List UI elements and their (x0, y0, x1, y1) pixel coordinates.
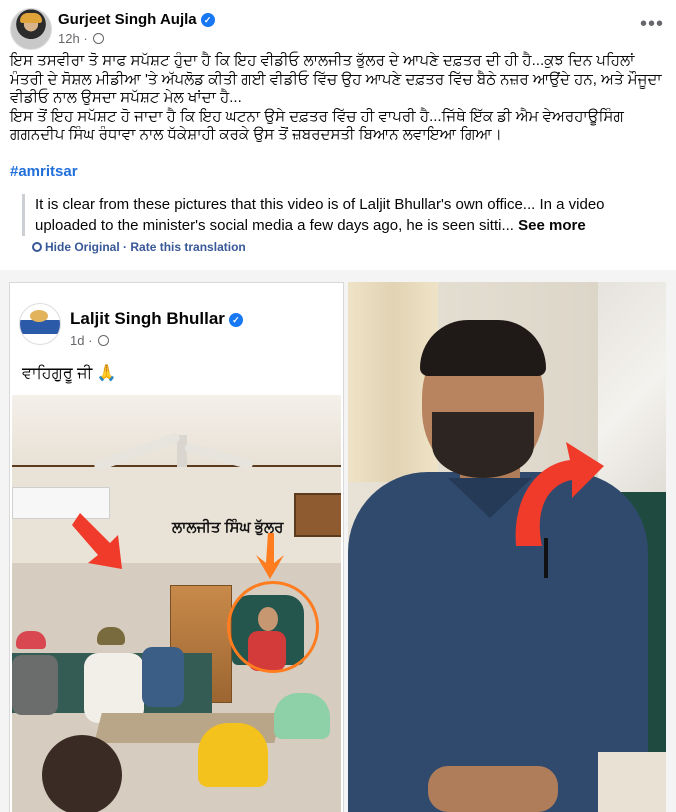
red-curved-arrow-icon (515, 442, 604, 546)
embedded-screenshot: Laljit Singh Bhullar ✓ 1d · ਵਾਹਿਗੁਰੂ ਜੀ 🙏… (9, 282, 344, 812)
author-name-text[interactable]: Gurjeet Singh Aujla (58, 11, 197, 28)
embedded-text: ਵਾਹਿਗੁਰੂ ਜੀ 🙏 (22, 365, 117, 382)
post-time[interactable]: 12h (58, 31, 80, 46)
red-arrow-icon (72, 513, 122, 569)
see-more-link[interactable]: See more (518, 217, 586, 234)
verified-badge-icon: ✓ (200, 13, 215, 28)
embedded-avatar (19, 303, 61, 345)
embedded-author-name: Laljit Singh Bhullar ✓ (70, 309, 243, 329)
more-options-icon[interactable]: ••• (640, 14, 664, 34)
office-photo: ਲਾਲਜੀਤ ਸਿੰਘ ਭੁੱਲਰ (12, 395, 341, 812)
globe-icon (93, 33, 105, 44)
translation-link-separator: · (123, 240, 128, 254)
post-text-paragraph-1: ਇਸ ਤਸਵੀਰਾ ਤੋ ਸਾਫ ਸਪੱਸ਼ਟ ਹੁੰਦਾ ਹੈ ਕਿ ਇਹ ਵ… (10, 52, 662, 106)
orange-arrow-icon (256, 533, 284, 579)
post-text-paragraph-2: ਇਸ ਤੋਂ ਇਹ ਸਪੱਸ਼ਟ ਹੋ ਜਾਦਾ ਹੈ ਕਿ ਇਹ ਘਟਨਾ ਉ… (10, 107, 624, 144)
author-name[interactable]: Gurjeet Singh Aujla ✓ (58, 11, 215, 28)
post-header: Gurjeet Singh Aujla ✓ 12h · ••• (10, 8, 666, 50)
translation-block: It is clear from these pictures that thi… (22, 194, 655, 236)
man-photo (348, 282, 666, 812)
post-image[interactable]: Laljit Singh Bhullar ✓ 1d · ਵਾਹਿਗੁਰੂ ਜੀ 🙏… (0, 270, 676, 812)
embedded-meta: 1d · (70, 333, 110, 348)
embedded-globe-icon (98, 335, 110, 346)
hide-original-link[interactable]: Hide Original (45, 240, 120, 254)
translation-links: Hide Original · Rate this translation (32, 240, 246, 254)
post-meta: 12h · (58, 31, 105, 46)
highlight-circle (227, 581, 319, 673)
embedded-verified-badge-icon: ✓ (228, 312, 243, 327)
embedded-author-name-text: Laljit Singh Bhullar (70, 309, 225, 328)
translate-icon (32, 242, 42, 252)
rate-translation-link[interactable]: Rate this translation (130, 240, 245, 254)
post-text: ਇਸ ਤਸਵੀਰਾ ਤੋ ਸਾਫ ਸਪੱਸ਼ਟ ਹੁੰਦਾ ਹੈ ਕਿ ਇਹ ਵ… (10, 52, 666, 145)
author-avatar[interactable] (10, 8, 52, 50)
embedded-time: 1d (70, 333, 85, 348)
hashtag-link[interactable]: #amritsar (10, 163, 78, 180)
